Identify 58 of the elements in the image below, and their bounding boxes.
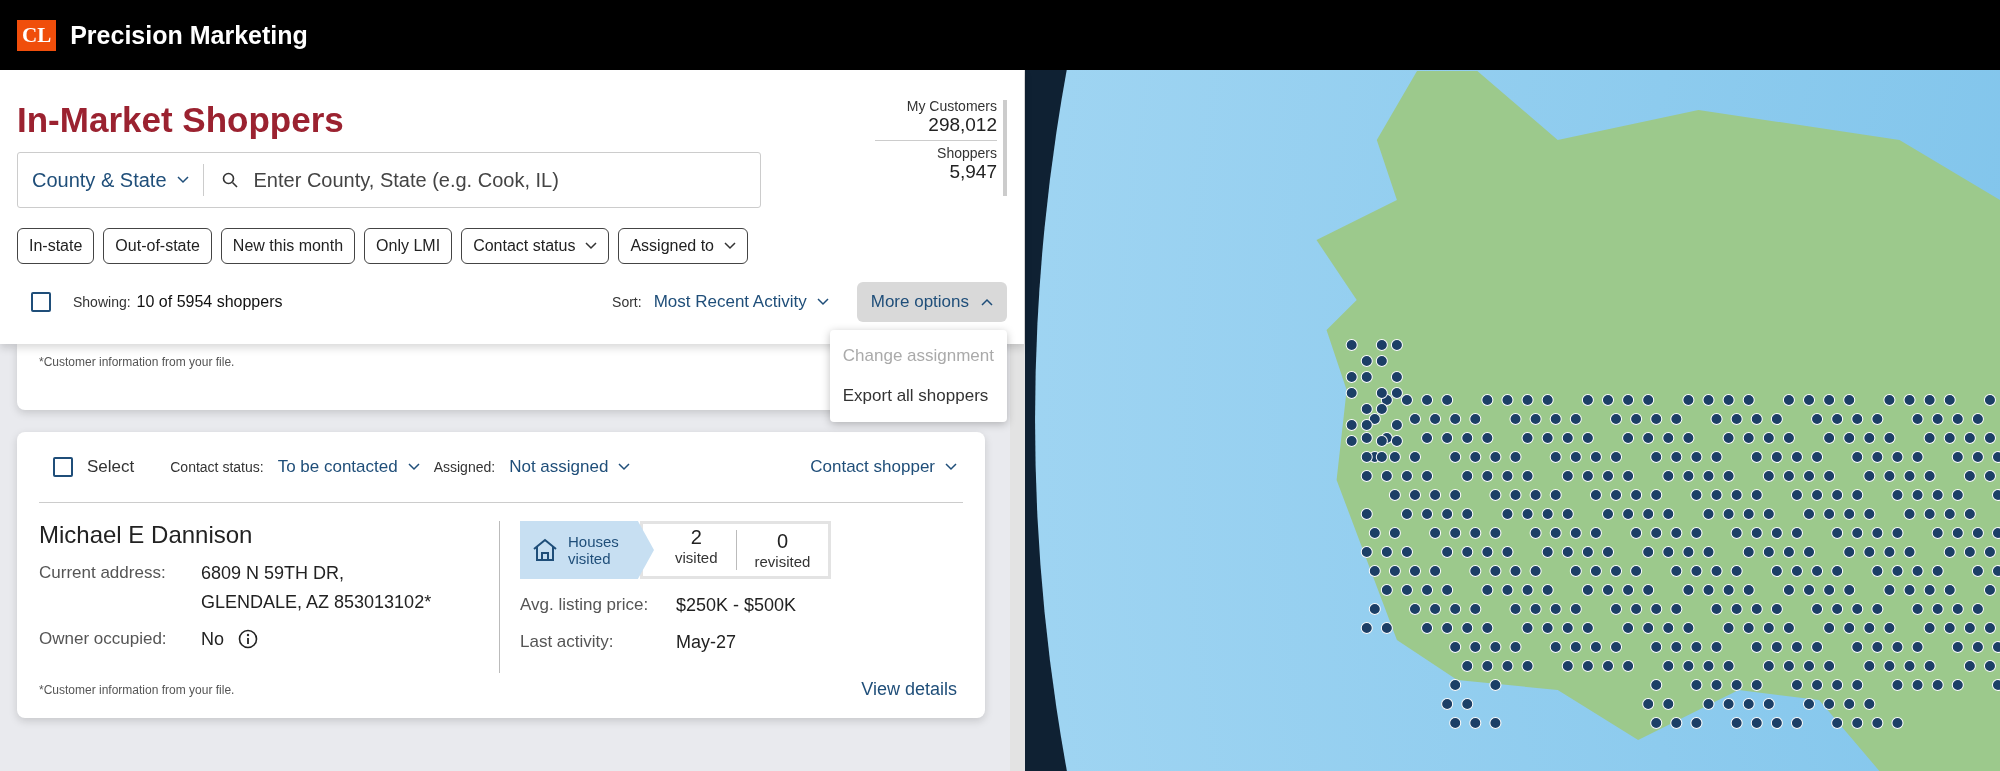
filter-dropdown[interactable]: Assigned to — [618, 228, 748, 264]
filter-chip[interactable]: In-state — [17, 228, 95, 264]
logo[interactable]: CL — [17, 19, 57, 51]
detail-value: $250K - $500K — [676, 594, 797, 617]
contact-status-label: Contact status: — [170, 459, 264, 475]
scope-dropdown[interactable]: County & State — [18, 168, 203, 192]
field-label: Current address: — [39, 563, 167, 583]
house-icon — [532, 538, 558, 562]
search-icon — [221, 172, 238, 188]
houses-visited-label: Houses visited — [568, 533, 620, 567]
field-value: No — [201, 627, 224, 651]
chevron-down-icon — [816, 298, 829, 306]
search-field[interactable]: County & State Enter County, State (e.g. Cook, IL) — [17, 152, 761, 208]
select-checkbox[interactable] — [53, 457, 73, 477]
showing-label: Showing: — [73, 294, 131, 310]
detail-label: Avg. listing price: — [520, 595, 650, 615]
stat-value: 298,012 — [928, 114, 997, 136]
detail-label: Last activity: — [520, 631, 615, 652]
filter-chip[interactable]: New this month — [220, 228, 356, 264]
menu-item[interactable]: Export all shoppers — [829, 376, 1007, 416]
sort-label: Sort: — [612, 294, 642, 310]
view-details-link[interactable]: View details — [855, 679, 963, 701]
visit-label: revisited — [754, 553, 811, 570]
detail-value: May-27 — [676, 630, 737, 654]
footnote: *Customer information from your file. — [39, 682, 235, 697]
field-label: Owner occupied: — [39, 628, 168, 649]
chevron-down-icon — [585, 242, 598, 250]
footnote: *Customer information from your file. — [39, 355, 235, 369]
contact-shopper-dropdown[interactable]: Contact shopper — [804, 457, 963, 477]
info-icon[interactable] — [238, 628, 258, 649]
select-label: Select — [87, 457, 135, 477]
assigned-label: Assigned: — [433, 459, 496, 475]
visit-count: 0 — [776, 530, 788, 553]
stat-label: Shoppers — [937, 145, 997, 161]
chevron-down-icon — [945, 463, 957, 471]
status-value-dropdown[interactable]: To be contacted — [271, 457, 426, 477]
filter-chip[interactable]: Out-of-state — [103, 228, 212, 264]
page-title: In-Market Shoppers — [17, 100, 345, 140]
chevron-down-icon — [724, 242, 736, 250]
visit-count: 2 — [690, 526, 702, 549]
stat-value: 5,947 — [949, 161, 997, 183]
chevron-up-icon — [981, 298, 993, 306]
field-value: 6809 N 59TH DR, GLENDALE, AZ 853013102* — [201, 562, 432, 614]
map-drawing[interactable] — [1025, 70, 2000, 771]
select-all-checkbox[interactable] — [31, 292, 51, 312]
visit-label: visited — [675, 549, 718, 566]
sort-dropdown[interactable]: Most Recent Activity — [647, 292, 835, 312]
filter-chip[interactable]: Only LMI — [364, 228, 453, 264]
filter-dropdown[interactable]: Contact status — [461, 228, 610, 264]
showing-count: 10 of 5954 shoppers — [136, 293, 283, 311]
app-title: Precision Marketing — [70, 20, 308, 50]
shopper-name: Michael E Dannison — [39, 521, 254, 549]
chevron-down-icon — [176, 176, 189, 184]
more-options-button[interactable]: More options — [856, 282, 1007, 322]
stat-label: My Customers — [906, 98, 997, 114]
assigned-dropdown[interactable]: Not assigned — [503, 457, 637, 477]
chevron-down-icon — [407, 463, 420, 471]
chevron-down-icon — [618, 463, 631, 471]
